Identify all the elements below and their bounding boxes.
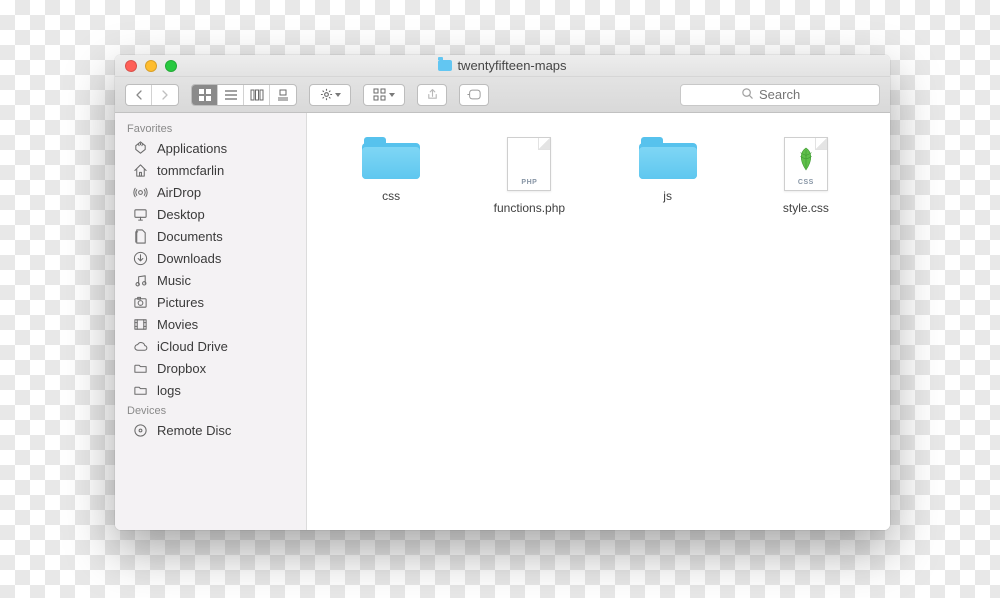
search-icon bbox=[741, 87, 754, 103]
sidebar-item-tommcfarlin[interactable]: tommcfarlin bbox=[115, 159, 306, 181]
search-input[interactable] bbox=[759, 87, 819, 102]
column-view-button[interactable] bbox=[244, 85, 270, 105]
file-label: style.css bbox=[783, 201, 829, 215]
css-file-icon: CSS bbox=[784, 137, 828, 191]
coverflow-view-button[interactable] bbox=[270, 85, 296, 105]
documents-icon bbox=[131, 229, 149, 244]
view-mode-group bbox=[191, 84, 297, 106]
list-view-button[interactable] bbox=[218, 85, 244, 105]
content-area[interactable]: css PHP functions.php js CSS style.css bbox=[307, 113, 890, 530]
title-folder-icon bbox=[438, 60, 452, 71]
folder-icon bbox=[362, 137, 420, 179]
search-field[interactable] bbox=[680, 84, 880, 106]
file-item[interactable]: css bbox=[327, 131, 455, 221]
disc-icon bbox=[131, 423, 149, 438]
sidebar-section-header: Favorites bbox=[115, 119, 306, 137]
sidebar[interactable]: Favorites Applications tommcfarlin AirDrop D… bbox=[115, 113, 307, 530]
file-label: css bbox=[382, 189, 400, 203]
sidebar-item-label: Downloads bbox=[157, 251, 221, 266]
titlebar[interactable]: twentyfifteen-maps bbox=[115, 55, 890, 77]
icloud-icon bbox=[131, 339, 149, 354]
airdrop-icon bbox=[131, 185, 149, 200]
applications-icon bbox=[131, 141, 149, 156]
sidebar-item-label: Pictures bbox=[157, 295, 204, 310]
file-item[interactable]: js bbox=[604, 131, 732, 221]
sidebar-item-label: logs bbox=[157, 383, 181, 398]
sidebar-item-documents[interactable]: Documents bbox=[115, 225, 306, 247]
action-menu-button[interactable] bbox=[309, 84, 351, 106]
sidebar-item-downloads[interactable]: Downloads bbox=[115, 247, 306, 269]
sidebar-item-label: iCloud Drive bbox=[157, 339, 228, 354]
sidebar-item-label: Desktop bbox=[157, 207, 205, 222]
file-item[interactable]: PHP functions.php bbox=[465, 131, 593, 221]
sidebar-item-icloud-drive[interactable]: iCloud Drive bbox=[115, 335, 306, 357]
folder-icon bbox=[131, 383, 149, 398]
folder-icon bbox=[639, 137, 697, 179]
arrange-menu-button[interactable] bbox=[363, 84, 405, 106]
minimize-button[interactable] bbox=[145, 60, 157, 72]
sidebar-item-desktop[interactable]: Desktop bbox=[115, 203, 306, 225]
back-button[interactable] bbox=[126, 85, 152, 105]
sidebar-item-music[interactable]: Music bbox=[115, 269, 306, 291]
file-label: functions.php bbox=[494, 201, 565, 215]
file-item[interactable]: CSS style.css bbox=[742, 131, 870, 221]
sidebar-item-label: Movies bbox=[157, 317, 198, 332]
sidebar-item-remote-disc[interactable]: Remote Disc bbox=[115, 419, 306, 441]
forward-button[interactable] bbox=[152, 85, 178, 105]
sidebar-item-label: tommcfarlin bbox=[157, 163, 224, 178]
file-label: js bbox=[663, 189, 672, 203]
icon-view-button[interactable] bbox=[192, 85, 218, 105]
close-button[interactable] bbox=[125, 60, 137, 72]
sidebar-item-label: Applications bbox=[157, 141, 227, 156]
nav-back-forward bbox=[125, 84, 179, 106]
chevron-down-icon bbox=[389, 93, 395, 97]
share-button[interactable] bbox=[417, 84, 447, 106]
file-badge: CSS bbox=[785, 179, 827, 186]
sidebar-item-label: Dropbox bbox=[157, 361, 206, 376]
desktop-icon bbox=[131, 207, 149, 222]
php-file-icon: PHP bbox=[507, 137, 551, 191]
folder-icon bbox=[131, 361, 149, 376]
sidebar-item-label: Documents bbox=[157, 229, 223, 244]
sidebar-item-label: AirDrop bbox=[157, 185, 201, 200]
finder-window: twentyfifteen-maps bbox=[115, 55, 890, 530]
movies-icon bbox=[131, 317, 149, 332]
sidebar-item-movies[interactable]: Movies bbox=[115, 313, 306, 335]
window-title: twentyfifteen-maps bbox=[457, 58, 566, 73]
toolbar bbox=[115, 77, 890, 113]
chevron-down-icon bbox=[335, 93, 341, 97]
file-badge: PHP bbox=[508, 179, 550, 186]
home-icon bbox=[131, 163, 149, 178]
music-icon bbox=[131, 273, 149, 288]
traffic-lights bbox=[125, 60, 177, 72]
sidebar-item-label: Remote Disc bbox=[157, 423, 231, 438]
sidebar-item-label: Music bbox=[157, 273, 191, 288]
window-body: Favorites Applications tommcfarlin AirDrop D… bbox=[115, 113, 890, 530]
sidebar-item-airdrop[interactable]: AirDrop bbox=[115, 181, 306, 203]
downloads-icon bbox=[131, 251, 149, 266]
pictures-icon bbox=[131, 295, 149, 310]
sidebar-item-applications[interactable]: Applications bbox=[115, 137, 306, 159]
tags-button[interactable] bbox=[459, 84, 489, 106]
sidebar-item-pictures[interactable]: Pictures bbox=[115, 291, 306, 313]
sidebar-item-logs[interactable]: logs bbox=[115, 379, 306, 401]
sidebar-item-dropbox[interactable]: Dropbox bbox=[115, 357, 306, 379]
sidebar-section-header: Devices bbox=[115, 401, 306, 419]
zoom-button[interactable] bbox=[165, 60, 177, 72]
